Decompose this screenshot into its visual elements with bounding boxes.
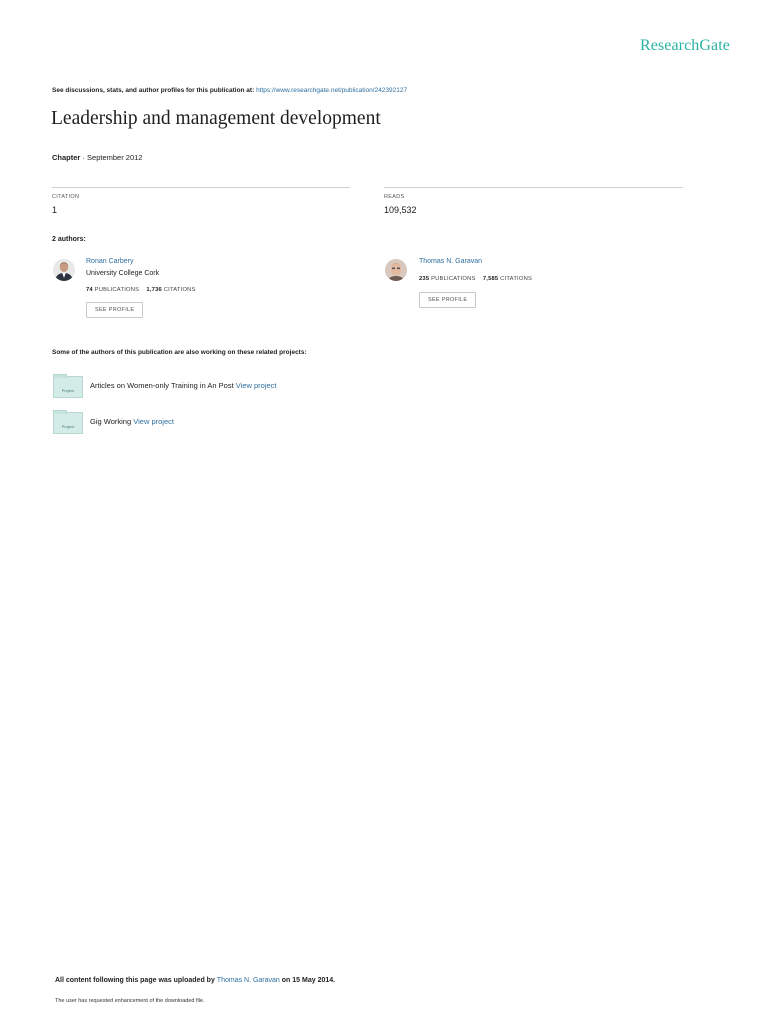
- meta-separator: ·: [80, 153, 88, 162]
- citation-value: 1: [52, 205, 58, 215]
- author-avatar[interactable]: [385, 259, 407, 281]
- publication-date: September 2012: [87, 153, 143, 162]
- project-title: Articles on Women-only Training in An Po…: [90, 381, 234, 390]
- author-stats: 235 PUBLICATIONS 7,585 CITATIONS: [419, 276, 532, 282]
- author-institution: University College Cork: [86, 270, 160, 277]
- uploader-link[interactable]: Thomas N. Garavan: [217, 977, 280, 984]
- citations-label: CITATIONS: [163, 287, 196, 293]
- upload-prefix: All content following this page was uplo…: [55, 977, 217, 984]
- view-project-link[interactable]: View project: [236, 381, 277, 390]
- authors-heading: 2 authors:: [52, 236, 86, 243]
- citations-label: CITATIONS: [500, 276, 533, 282]
- related-projects-heading: Some of the authors of this publication …: [52, 349, 307, 356]
- citations-count: 1,736: [146, 287, 162, 293]
- see-profile-button[interactable]: SEE PROFILE: [419, 292, 477, 308]
- view-project-link[interactable]: View project: [133, 417, 174, 426]
- reads-label: READS: [384, 194, 405, 200]
- author-avatar[interactable]: [53, 259, 75, 281]
- upload-note: All content following this page was uplo…: [55, 977, 335, 984]
- publication-meta: Chapter · September 2012: [52, 153, 142, 162]
- top-note-text: See discussions, stats, and author profi…: [52, 87, 257, 94]
- divider-left: [52, 187, 350, 188]
- project-item: Gig Working View project: [90, 417, 174, 426]
- publication-url-link[interactable]: https://www.researchgate.net/publication…: [256, 87, 407, 94]
- enhancement-note: The user has requested enhancement of th…: [55, 998, 205, 1004]
- upload-suffix: on 15 May 2014.: [279, 977, 336, 984]
- publication-kind: Chapter: [52, 153, 81, 162]
- publications-count: 74: [86, 287, 93, 293]
- reads-value: 109,532: [384, 205, 417, 215]
- divider-right: [384, 187, 683, 188]
- citations-count: 7,585: [482, 276, 499, 282]
- author-name-link[interactable]: Ronan Carbery: [86, 258, 133, 265]
- publication-title: Leadership and management development: [51, 108, 381, 129]
- person-photo-icon: [53, 259, 75, 281]
- author-stats: 74 PUBLICATIONS 1,736 CITATIONS: [86, 287, 196, 293]
- project-folder-icon[interactable]: Project: [53, 374, 83, 398]
- project-item: Articles on Women-only Training in An Po…: [90, 381, 277, 390]
- project-folder-icon[interactable]: Project: [53, 410, 83, 434]
- project-icon-label: Project: [61, 424, 75, 429]
- publications-label: PUBLICATIONS: [431, 276, 476, 282]
- project-icon-label: Project: [61, 388, 75, 393]
- publications-count: 235: [419, 276, 430, 282]
- person-photo-icon: [385, 259, 407, 281]
- top-note: See discussions, stats, and author profi…: [52, 87, 407, 94]
- author-name-link[interactable]: Thomas N. Garavan: [419, 258, 482, 265]
- researchgate-logo[interactable]: ResearchGate: [640, 37, 730, 55]
- see-profile-button[interactable]: SEE PROFILE: [86, 302, 144, 318]
- publications-label: PUBLICATIONS: [94, 287, 140, 293]
- project-title: Gig Working: [90, 417, 132, 426]
- citation-label: CITATION: [52, 194, 80, 200]
